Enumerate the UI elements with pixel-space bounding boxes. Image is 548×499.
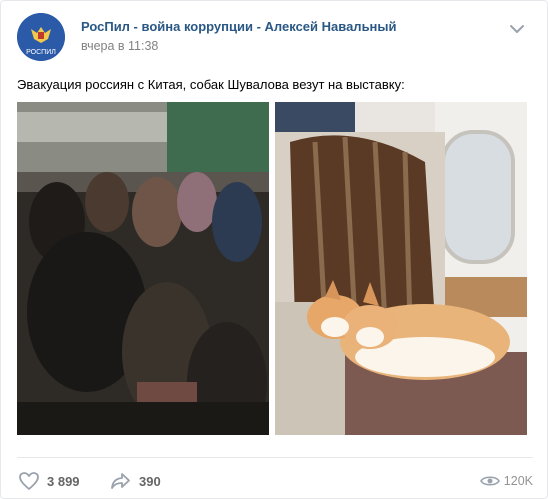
share-button[interactable]: 390: [109, 469, 161, 493]
like-button[interactable]: 3 899: [17, 469, 80, 493]
evacuation-plane-photo: [17, 102, 269, 435]
avatar[interactable]: РОСПИЛ: [17, 13, 65, 61]
shares-count: 390: [139, 473, 161, 489]
likes-count: 3 899: [47, 473, 80, 489]
share-arrow-icon: [111, 473, 130, 489]
eagle-emblem-icon: РОСПИЛ: [17, 13, 65, 61]
footer-divider: [17, 457, 533, 458]
views-counter: 120K: [479, 469, 533, 493]
post-footer: 3 899 390 120K: [17, 469, 533, 493]
post-header: РОСПИЛ РосПил - война коррупции - Алексе…: [17, 13, 533, 61]
photo-corgis[interactable]: [275, 102, 527, 435]
chevron-down-icon[interactable]: [509, 23, 525, 35]
post-card: РОСПИЛ РосПил - война коррупции - Алексе…: [0, 0, 548, 499]
heart-icon: [19, 472, 39, 490]
avatar-caption: РОСПИЛ: [26, 49, 56, 56]
author-name[interactable]: РосПил - война коррупции - Алексей Навал…: [81, 19, 397, 34]
photo-evacuation[interactable]: [17, 102, 269, 435]
eye-icon: [479, 476, 500, 486]
post-text: Эвакуация россиян с Китая, собак Шувалов…: [17, 77, 405, 92]
views-count: 120K: [503, 474, 533, 488]
post-time[interactable]: вчера в 11:38: [81, 39, 158, 53]
corgi-jet-photo: [275, 102, 527, 435]
photo-grid: [17, 102, 527, 435]
